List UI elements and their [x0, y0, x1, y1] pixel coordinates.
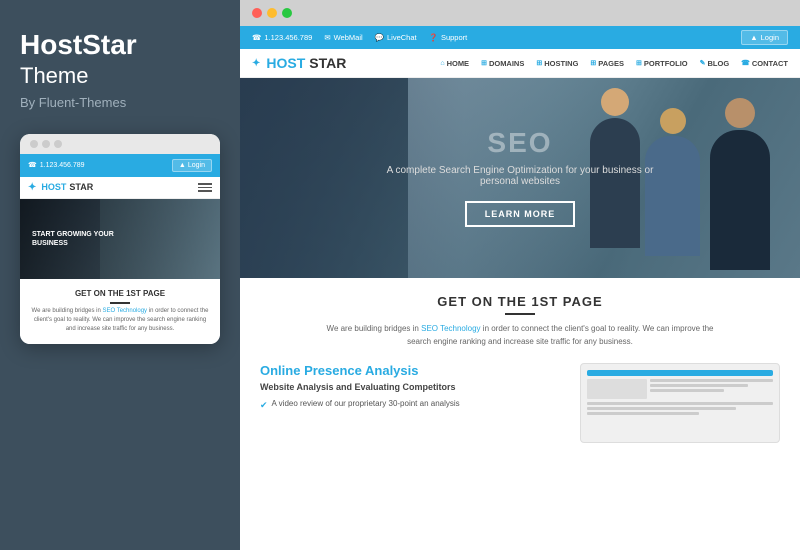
- hero-person-3: [710, 98, 770, 270]
- hero-seo-text: SEO: [370, 129, 670, 157]
- domains-icon: ⊞: [481, 59, 487, 67]
- site-screenshot-mockup: [580, 363, 780, 443]
- presence-item-1: ✔ A video review of our proprietary 30-p…: [260, 398, 564, 412]
- site-nav-items: ⌂ HOME ⊞ DOMAINS ⊞ HOSTING ⊞ PAGES ⊞ P: [440, 59, 788, 68]
- nav-blog[interactable]: ✎ BLOG: [700, 59, 730, 68]
- chrome-dot-green: [282, 8, 292, 18]
- left-panel: HostStar Theme By Fluent-Themes ☎ 1.123.…: [0, 0, 240, 550]
- nav-hosting[interactable]: ⊞ HOSTING: [536, 59, 578, 68]
- content-description: We are building bridges in SEO Technolog…: [320, 323, 720, 349]
- hero-tagline: A complete Search Engine Optimization fo…: [370, 165, 670, 187]
- nav-pages[interactable]: ⊞ PAGES: [590, 59, 624, 68]
- contact-icon: ☎: [741, 59, 750, 67]
- mockup-lines-2: [587, 402, 773, 415]
- mobile-dot-red: [30, 140, 38, 148]
- content-section-divider: [505, 313, 535, 315]
- hamburger-line-2: [198, 187, 212, 189]
- nav-portfolio[interactable]: ⊞ PORTFOLIO: [636, 59, 688, 68]
- mobile-content-text: We are building bridges in SEO Technolog…: [30, 307, 210, 334]
- site-content: GET ON THE 1ST PAGE We are building brid…: [240, 278, 800, 550]
- hosting-icon: ⊞: [536, 59, 542, 67]
- nav-home[interactable]: ⌂ HOME: [440, 59, 469, 68]
- mobile-phone-number: ☎ 1.123.456.789: [28, 161, 85, 169]
- mockup-block-1: [587, 379, 647, 399]
- presence-subtitle: Website Analysis and Evaluating Competit…: [260, 382, 564, 392]
- site-nav: ✦ HOSTSTAR ⌂ HOME ⊞ DOMAINS ⊞ HOSTING ⊞: [240, 49, 800, 78]
- mockup-row-1: [587, 379, 773, 399]
- site-phone-icon: ☎: [252, 33, 261, 42]
- blog-icon: ✎: [700, 59, 706, 67]
- brand-author: By Fluent-Themes: [20, 95, 126, 110]
- mobile-hero: START GROWING YOUR BUSINESS: [20, 199, 220, 279]
- content-left-column: Online Presence Analysis Website Analysi…: [260, 363, 564, 416]
- site-support[interactable]: ❓ Support: [429, 33, 468, 42]
- home-icon: ⌂: [440, 60, 444, 67]
- mockup-lines-1: [650, 379, 773, 399]
- webmail-icon: ✉: [324, 33, 330, 42]
- mobile-nav: ✦ HOSTSTAR: [20, 177, 220, 199]
- mobile-content: GET ON THE 1ST PAGE We are building brid…: [20, 279, 220, 344]
- portfolio-icon: ⊞: [636, 59, 642, 67]
- mobile-dot-green: [54, 140, 62, 148]
- presence-title: Online Presence Analysis: [260, 363, 564, 378]
- mobile-preview: ☎ 1.123.456.789 ▲ Login ✦ HOSTSTAR: [20, 134, 220, 344]
- hamburger-line-1: [198, 183, 212, 185]
- brand-subtitle: Theme: [20, 63, 88, 89]
- mockup-row-2: [587, 402, 773, 415]
- mock-line: [650, 389, 724, 392]
- right-panel: ☎ 1.123.456.789 ✉ WebMail 💬 LiveChat ❓ S…: [240, 0, 800, 550]
- mock-line: [587, 402, 773, 405]
- person3-body: [710, 130, 770, 270]
- hero-content: SEO A complete Search Engine Optimizatio…: [350, 109, 690, 247]
- site-user-icon: ▲: [750, 33, 757, 42]
- site-webmail[interactable]: ✉ WebMail: [324, 33, 362, 42]
- chrome-dot-red: [252, 8, 262, 18]
- pages-icon: ⊞: [590, 59, 596, 67]
- support-icon: ❓: [429, 33, 438, 42]
- mock-line: [650, 384, 748, 387]
- mockup-bar: [587, 370, 773, 376]
- desktop-preview: ☎ 1.123.456.789 ✉ WebMail 💬 LiveChat ❓ S…: [240, 26, 800, 550]
- mobile-logo: ✦ HOSTSTAR: [28, 182, 93, 193]
- mobile-top-bar: ☎ 1.123.456.789 ▲ Login: [20, 154, 220, 177]
- site-livechat[interactable]: 💬 LiveChat: [375, 33, 417, 42]
- hero-learn-more-button[interactable]: LEARN MORE: [465, 201, 576, 227]
- content-bottom: Online Presence Analysis Website Analysi…: [260, 363, 780, 443]
- logo-star-icon: ✦: [28, 182, 36, 193]
- mobile-content-divider: [110, 302, 130, 304]
- site-hero: SEO A complete Search Engine Optimizatio…: [240, 78, 800, 278]
- brand-title: HostStar: [20, 30, 137, 61]
- content-right-column: [580, 363, 780, 443]
- site-login-button[interactable]: ▲ Login: [741, 30, 788, 45]
- mobile-dot-yellow: [42, 140, 50, 148]
- site-logo-icon: ✦: [252, 58, 260, 69]
- mock-line: [587, 407, 736, 410]
- chrome-dot-yellow: [267, 8, 277, 18]
- user-icon: ▲: [179, 162, 186, 169]
- mobile-login-button[interactable]: ▲ Login: [172, 159, 212, 172]
- content-section-title: GET ON THE 1ST PAGE: [260, 294, 780, 309]
- mobile-content-title: GET ON THE 1ST PAGE: [30, 289, 210, 299]
- site-phone: ☎ 1.123.456.789: [252, 33, 312, 42]
- mock-line: [587, 412, 699, 415]
- nav-domains[interactable]: ⊞ DOMAINS: [481, 59, 524, 68]
- site-logo: ✦ HOSTSTAR: [252, 55, 346, 71]
- hamburger-line-3: [198, 190, 212, 192]
- mock-line: [650, 379, 773, 382]
- seo-tech-link[interactable]: SEO Technology: [421, 324, 480, 333]
- livechat-icon: 💬: [375, 33, 384, 42]
- site-top-left: ☎ 1.123.456.789 ✉ WebMail 💬 LiveChat ❓ S…: [252, 33, 467, 42]
- phone-icon: ☎: [28, 161, 37, 169]
- hamburger-menu[interactable]: [198, 183, 212, 192]
- mobile-seo-link[interactable]: SEO Technology: [102, 308, 147, 314]
- site-top-bar: ☎ 1.123.456.789 ✉ WebMail 💬 LiveChat ❓ S…: [240, 26, 800, 49]
- desktop-chrome-bar: [240, 0, 800, 26]
- nav-contact[interactable]: ☎ CONTACT: [741, 59, 788, 68]
- person3-head: [725, 98, 755, 128]
- check-icon: ✔: [260, 399, 268, 412]
- mobile-hero-text: START GROWING YOUR BUSINESS: [28, 226, 118, 252]
- mobile-chrome-bar: [20, 134, 220, 154]
